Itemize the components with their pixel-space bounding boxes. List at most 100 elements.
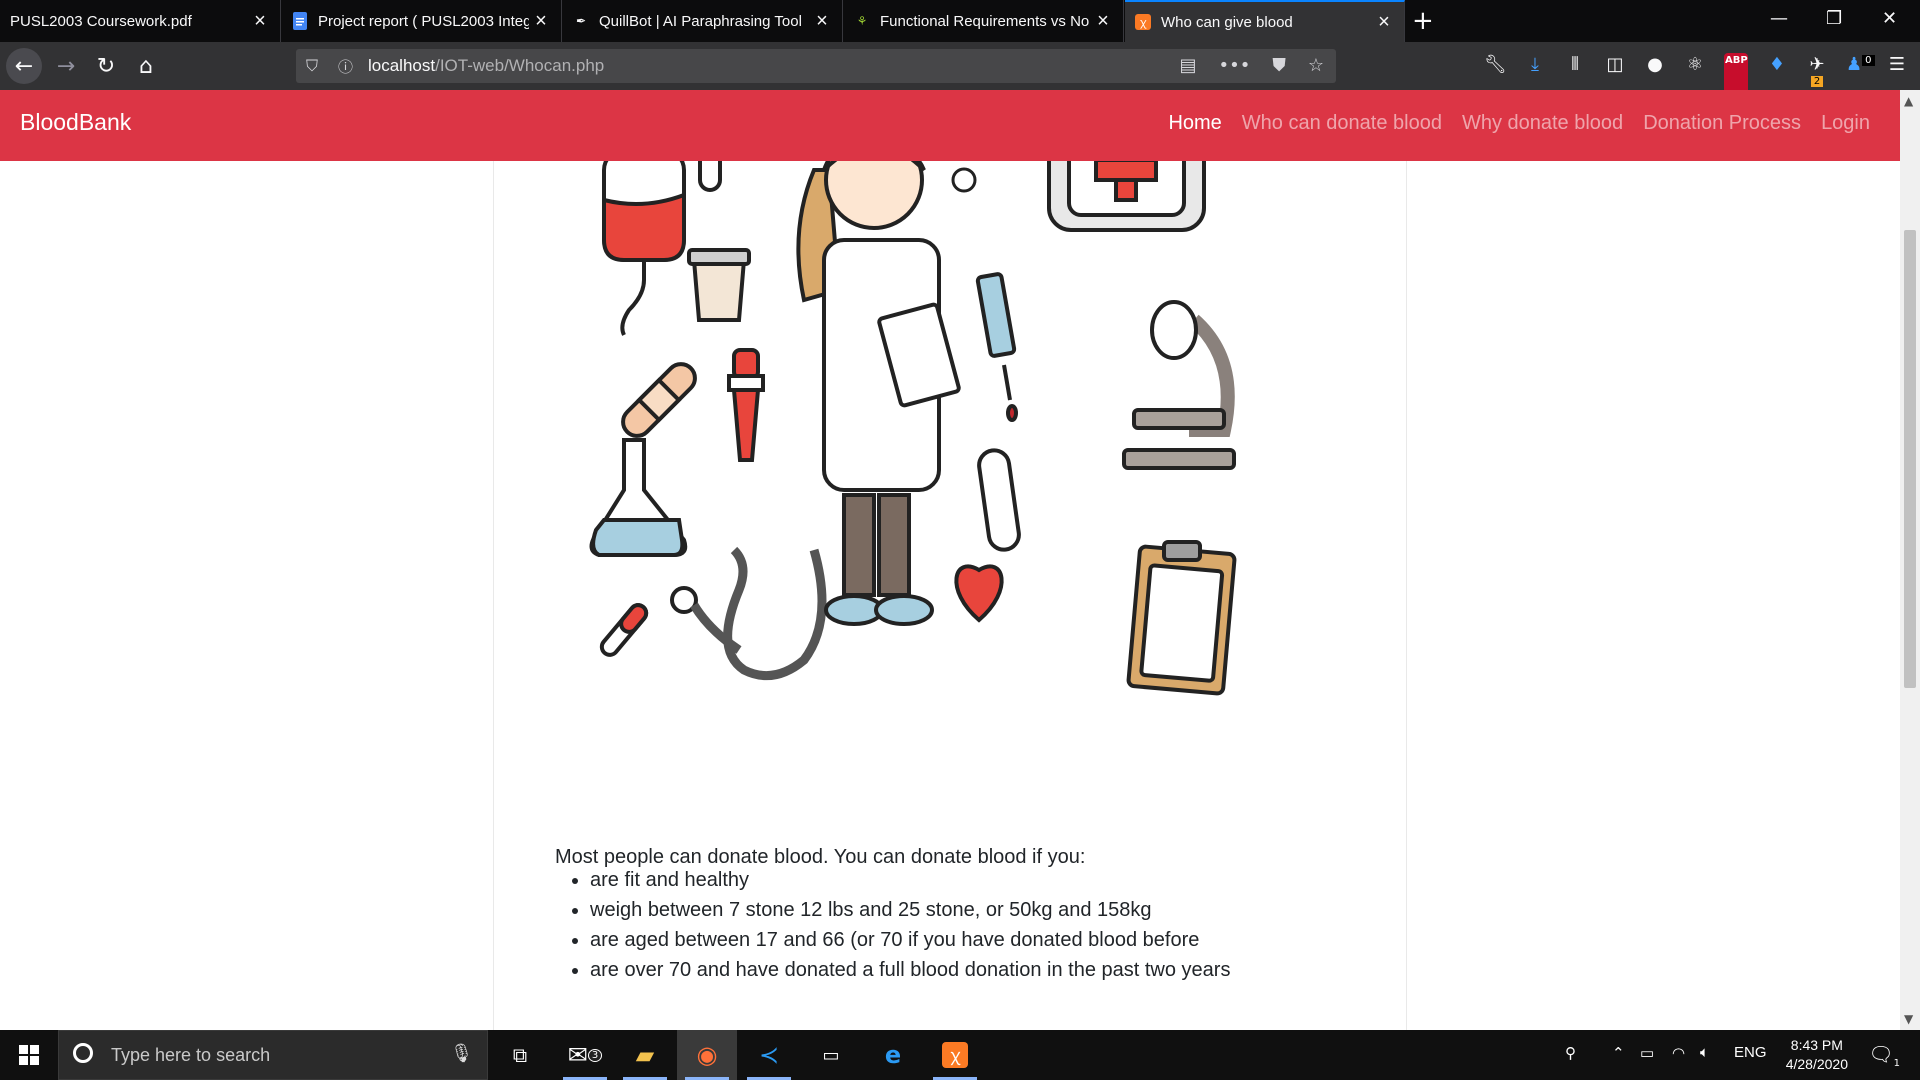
clock-time: 8:43 PM bbox=[1790, 1037, 1843, 1053]
battery-icon[interactable]: ▭ bbox=[1640, 1044, 1654, 1062]
microphone-icon[interactable]: 🎙︎ bbox=[450, 1043, 473, 1064]
dropper-icon bbox=[727, 348, 765, 462]
nav-donation-process[interactable]: Donation Process bbox=[1643, 112, 1801, 135]
windows-start-icon[interactable] bbox=[0, 1030, 58, 1080]
tab-functional-requirements[interactable]: ⚘ Functional Requirements vs No × bbox=[844, 0, 1124, 42]
site-brand[interactable]: BloodBank bbox=[20, 109, 131, 136]
nav-why-donate[interactable]: Why donate blood bbox=[1462, 112, 1623, 135]
task-view-icon[interactable]: ⧉ bbox=[490, 1030, 550, 1080]
adblock-icon[interactable]: ABP bbox=[1724, 53, 1748, 95]
nav-who-can-donate[interactable]: Who can donate blood bbox=[1242, 112, 1442, 135]
scroll-up-icon[interactable]: ▲ bbox=[1904, 94, 1913, 108]
restore-icon[interactable]: ❐ bbox=[1826, 8, 1842, 29]
notification-badge: 0 bbox=[1862, 55, 1875, 66]
syringe-icon bbox=[975, 272, 1018, 422]
tab-strip: PUSL2003 Coursework.pdf × Project report… bbox=[0, 0, 1920, 42]
flask-icon bbox=[589, 438, 688, 557]
site-menu: Home Who can donate blood Why donate blo… bbox=[1168, 112, 1870, 135]
docs-icon bbox=[292, 12, 308, 30]
main-content: Most people can donate blood. You can do… bbox=[493, 90, 1407, 1030]
language-indicator[interactable]: ENG bbox=[1734, 1044, 1767, 1061]
tab-project-report[interactable]: Project report ( PUSL2003 Integ × bbox=[282, 0, 562, 42]
doctor-illustration bbox=[589, 110, 1237, 696]
eligibility-list: are fit and healthy weigh between 7 ston… bbox=[555, 865, 1230, 985]
page-viewport: Most people can donate blood. You can do… bbox=[0, 90, 1900, 1030]
tab-title: Project report ( PUSL2003 Integ bbox=[318, 12, 529, 30]
list-item: are fit and healthy bbox=[590, 865, 1230, 895]
close-icon[interactable]: × bbox=[529, 10, 553, 33]
reload-button[interactable]: ↻ bbox=[90, 50, 122, 82]
close-window-icon[interactable]: ✕ bbox=[1882, 8, 1897, 29]
taskbar-search[interactable]: Type here to search 🎙︎ bbox=[58, 1030, 488, 1080]
cortana-icon bbox=[73, 1043, 93, 1063]
new-tab-button[interactable]: + bbox=[1412, 6, 1434, 36]
notification-count: 1 bbox=[1893, 1058, 1900, 1069]
search-placeholder: Type here to search bbox=[111, 1045, 271, 1065]
pocket-icon[interactable]: ⛊ bbox=[1272, 55, 1286, 76]
xampp-icon: ꭓ bbox=[1135, 14, 1151, 30]
file-explorer-icon[interactable]: ▰ bbox=[615, 1030, 675, 1080]
pill-icon bbox=[599, 603, 649, 657]
page-actions-icon[interactable]: ••• bbox=[1219, 55, 1251, 76]
volume-muted-icon[interactable]: 🔈︎ bbox=[1700, 1044, 1709, 1061]
list-item: weigh between 7 stone 12 lbs and 25 ston… bbox=[590, 895, 1230, 925]
tab-quillbot[interactable]: ✒ QuillBot | AI Paraphrasing Tool × bbox=[563, 0, 843, 42]
xampp-icon[interactable]: ꭓ bbox=[925, 1030, 985, 1080]
show-hidden-icons-icon[interactable]: ⌃ bbox=[1612, 1044, 1625, 1062]
firefox-icon[interactable]: ◉ bbox=[677, 1030, 737, 1080]
tab-title: QuillBot | AI Paraphrasing Tool bbox=[599, 12, 802, 30]
page-scrollbar[interactable]: ▲ ▼ bbox=[1900, 90, 1920, 1030]
mail-icon[interactable]: ✉ 3 bbox=[555, 1030, 615, 1080]
clipboard-icon bbox=[1126, 540, 1237, 696]
tab-who-can-give-blood[interactable]: ꭓ Who can give blood × bbox=[1125, 0, 1405, 42]
url-bar-actions: ▤ ••• ⛊ ☆ bbox=[1179, 55, 1324, 76]
system-clock[interactable]: 8:43 PM 4/28/2020 bbox=[1786, 1036, 1848, 1074]
bandage-icon bbox=[621, 362, 697, 438]
thermometer-icon bbox=[977, 448, 1021, 552]
mail-badge: 3 bbox=[587, 1048, 603, 1062]
navigation-toolbar: ← → ↻ ⌂ ⛉ ⓘ localhost/IOT-web/Whocan.php… bbox=[0, 42, 1920, 95]
tab-pusl-pdf[interactable]: PUSL2003 Coursework.pdf × bbox=[0, 0, 281, 42]
svg-text:ꭓ: ꭓ bbox=[950, 1046, 960, 1066]
reader-view-icon[interactable]: ▤ bbox=[1179, 55, 1196, 76]
forward-button[interactable]: → bbox=[50, 50, 82, 82]
url-bar[interactable]: ⛉ ⓘ localhost/IOT-web/Whocan.php ▤ ••• ⛊… bbox=[296, 49, 1336, 83]
close-icon[interactable]: × bbox=[810, 10, 834, 33]
people-icon[interactable]: ⚲ bbox=[1565, 1044, 1576, 1062]
nav-login[interactable]: Login bbox=[1821, 112, 1870, 135]
specimen-cup-icon bbox=[687, 248, 751, 322]
info-icon[interactable]: ⓘ bbox=[338, 56, 353, 77]
wifi-icon[interactable]: ◠ bbox=[1672, 1044, 1685, 1062]
url-text[interactable]: localhost/IOT-web/Whocan.php bbox=[368, 56, 604, 76]
close-icon[interactable]: × bbox=[1372, 11, 1396, 34]
action-center-icon[interactable]: 🗨︎1 bbox=[1868, 1042, 1900, 1069]
bookmark-star-icon[interactable]: ☆ bbox=[1308, 55, 1324, 76]
home-button[interactable]: ⌂ bbox=[130, 50, 162, 82]
close-icon[interactable]: × bbox=[248, 10, 272, 33]
close-icon[interactable]: × bbox=[1091, 10, 1115, 33]
list-item: are over 70 and have donated a full bloo… bbox=[590, 955, 1230, 985]
shield-icon[interactable]: ⛉ bbox=[306, 56, 318, 76]
microscope-icon bbox=[1122, 300, 1236, 470]
svg-text:ꭓ: ꭓ bbox=[1140, 16, 1147, 29]
scroll-down-icon[interactable]: ▼ bbox=[1904, 1012, 1913, 1026]
scrollbar-thumb[interactable] bbox=[1904, 230, 1916, 688]
terminal-icon[interactable]: ▭ bbox=[801, 1030, 861, 1080]
nav-home[interactable]: Home bbox=[1168, 112, 1221, 135]
clock-date: 4/28/2020 bbox=[1785, 1056, 1848, 1072]
doctor-figure bbox=[796, 130, 961, 626]
quill-icon: ✒ bbox=[575, 14, 587, 28]
site-navbar: BloodBank Home Who can donate blood Why … bbox=[0, 90, 1900, 161]
windows-taskbar: Type here to search 🎙︎ ⧉ ✉ 3 ▰ ◉ ≺ ▭ e ꭓ … bbox=[0, 1030, 1920, 1080]
tab-title: PUSL2003 Coursework.pdf bbox=[10, 12, 192, 30]
extension-badge: 2 bbox=[1810, 76, 1824, 87]
list-item: are aged between 17 and 66 (or 70 if you… bbox=[590, 925, 1230, 955]
web-icon: ⚘ bbox=[856, 14, 868, 28]
vscode-icon[interactable]: ≺ bbox=[739, 1030, 799, 1080]
tab-title: Functional Requirements vs No bbox=[880, 12, 1090, 30]
minimize-icon[interactable]: — bbox=[1770, 8, 1788, 29]
stethoscope-icon bbox=[670, 546, 827, 681]
back-button[interactable]: ← bbox=[6, 48, 42, 84]
edge-icon[interactable]: e bbox=[863, 1030, 923, 1080]
tab-title: Who can give blood bbox=[1161, 13, 1293, 31]
